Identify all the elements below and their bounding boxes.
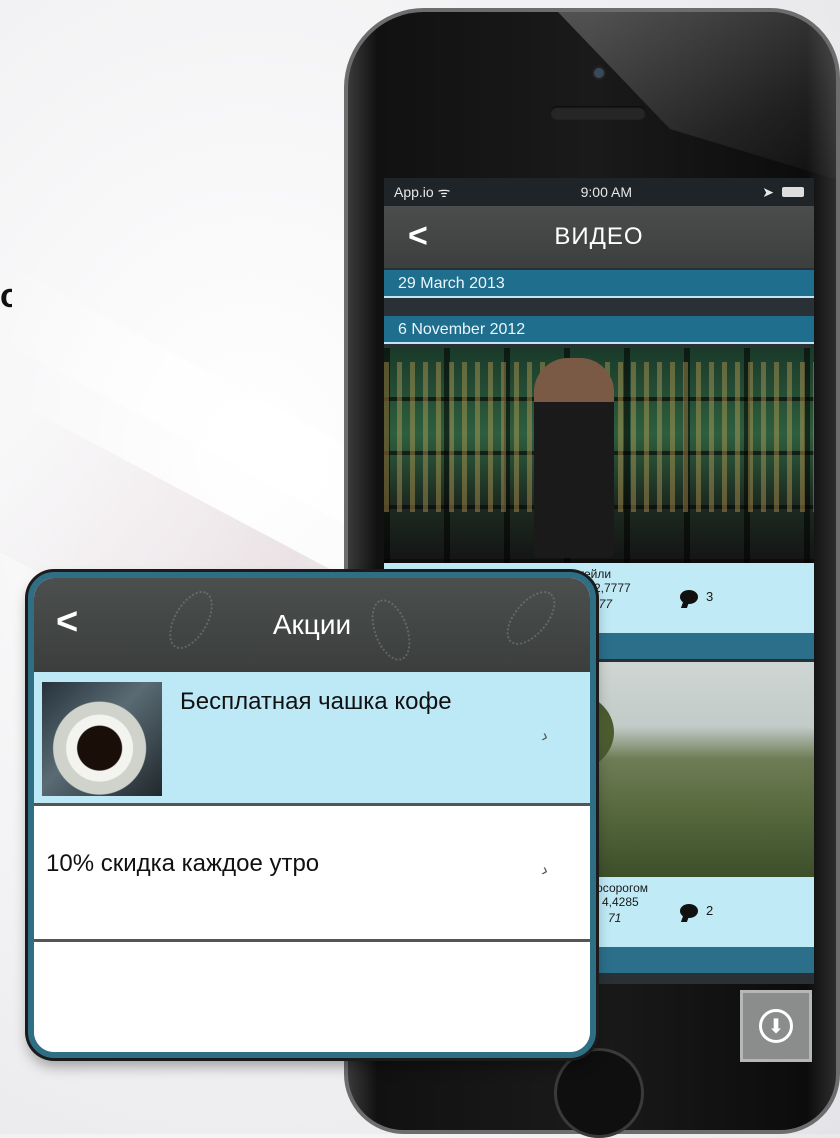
status-bar: App.io ᯤ 9:00 AM ➤: [384, 178, 814, 206]
comment-bubble-icon: [680, 589, 698, 604]
video-thumbnail-bartender[interactable]: [384, 348, 814, 563]
back-chevron-icon[interactable]: <: [56, 600, 78, 644]
comments-value: 2: [706, 903, 714, 918]
promo-item[interactable]: 10% скидка каждое утро ›: [34, 806, 590, 942]
chevron-right-icon: ›: [539, 859, 552, 881]
leaf-pattern: [364, 594, 418, 666]
battery-icon: [781, 187, 804, 197]
bartender-figure: [534, 358, 614, 558]
leaf-pattern: [497, 582, 565, 654]
earpiece-speaker: [550, 106, 646, 120]
phone-glare: [558, 12, 836, 192]
comments-count: 2: [680, 903, 713, 918]
comment-bubble-icon: [680, 903, 698, 918]
location-icon: ➤: [762, 183, 774, 200]
status-icons: ➤: [762, 184, 804, 201]
video-views: 71: [608, 911, 622, 925]
front-camera: [594, 68, 604, 78]
promotions-nav-bar: < Акции: [34, 578, 590, 672]
download-button[interactable]: ⬇: [740, 990, 812, 1062]
page-title: Акции: [272, 609, 352, 640]
date-section-header: 29 March 2013: [384, 270, 814, 298]
video-nav-bar: < ВИДЕО: [384, 206, 814, 268]
date-section-header: 6 November 2012: [384, 316, 814, 344]
video-title: сосорогом: [590, 881, 649, 895]
comments-count: 3: [680, 589, 713, 604]
home-button[interactable]: [554, 1048, 644, 1138]
comments-value: 3: [706, 589, 714, 604]
promo-label: Бесплатная чашка кофе: [180, 688, 452, 715]
back-chevron-icon[interactable]: <: [408, 216, 428, 256]
coffee-cup-image: [42, 682, 162, 796]
carrier-label: App.io ᯤ: [394, 183, 451, 200]
page-title: ВИДЕО: [554, 223, 644, 250]
promo-label: 10% скидка каждое утро: [46, 850, 320, 877]
download-icon: ⬇: [759, 1009, 793, 1043]
promo-item[interactable]: Бесплатная чашка кофе ›: [34, 672, 590, 806]
empty-list-row: [34, 942, 590, 1052]
video-rating: 4,4285: [602, 895, 639, 909]
cropped-edge-text: o: [0, 278, 12, 314]
leaf-pattern: [160, 583, 222, 657]
promotions-card: < Акции Бесплатная чашка кофе › 10% скид…: [28, 572, 596, 1058]
video-rating: 2,7777: [594, 581, 631, 595]
chevron-right-icon: ›: [539, 725, 552, 747]
clock: 9:00 AM: [580, 184, 632, 200]
